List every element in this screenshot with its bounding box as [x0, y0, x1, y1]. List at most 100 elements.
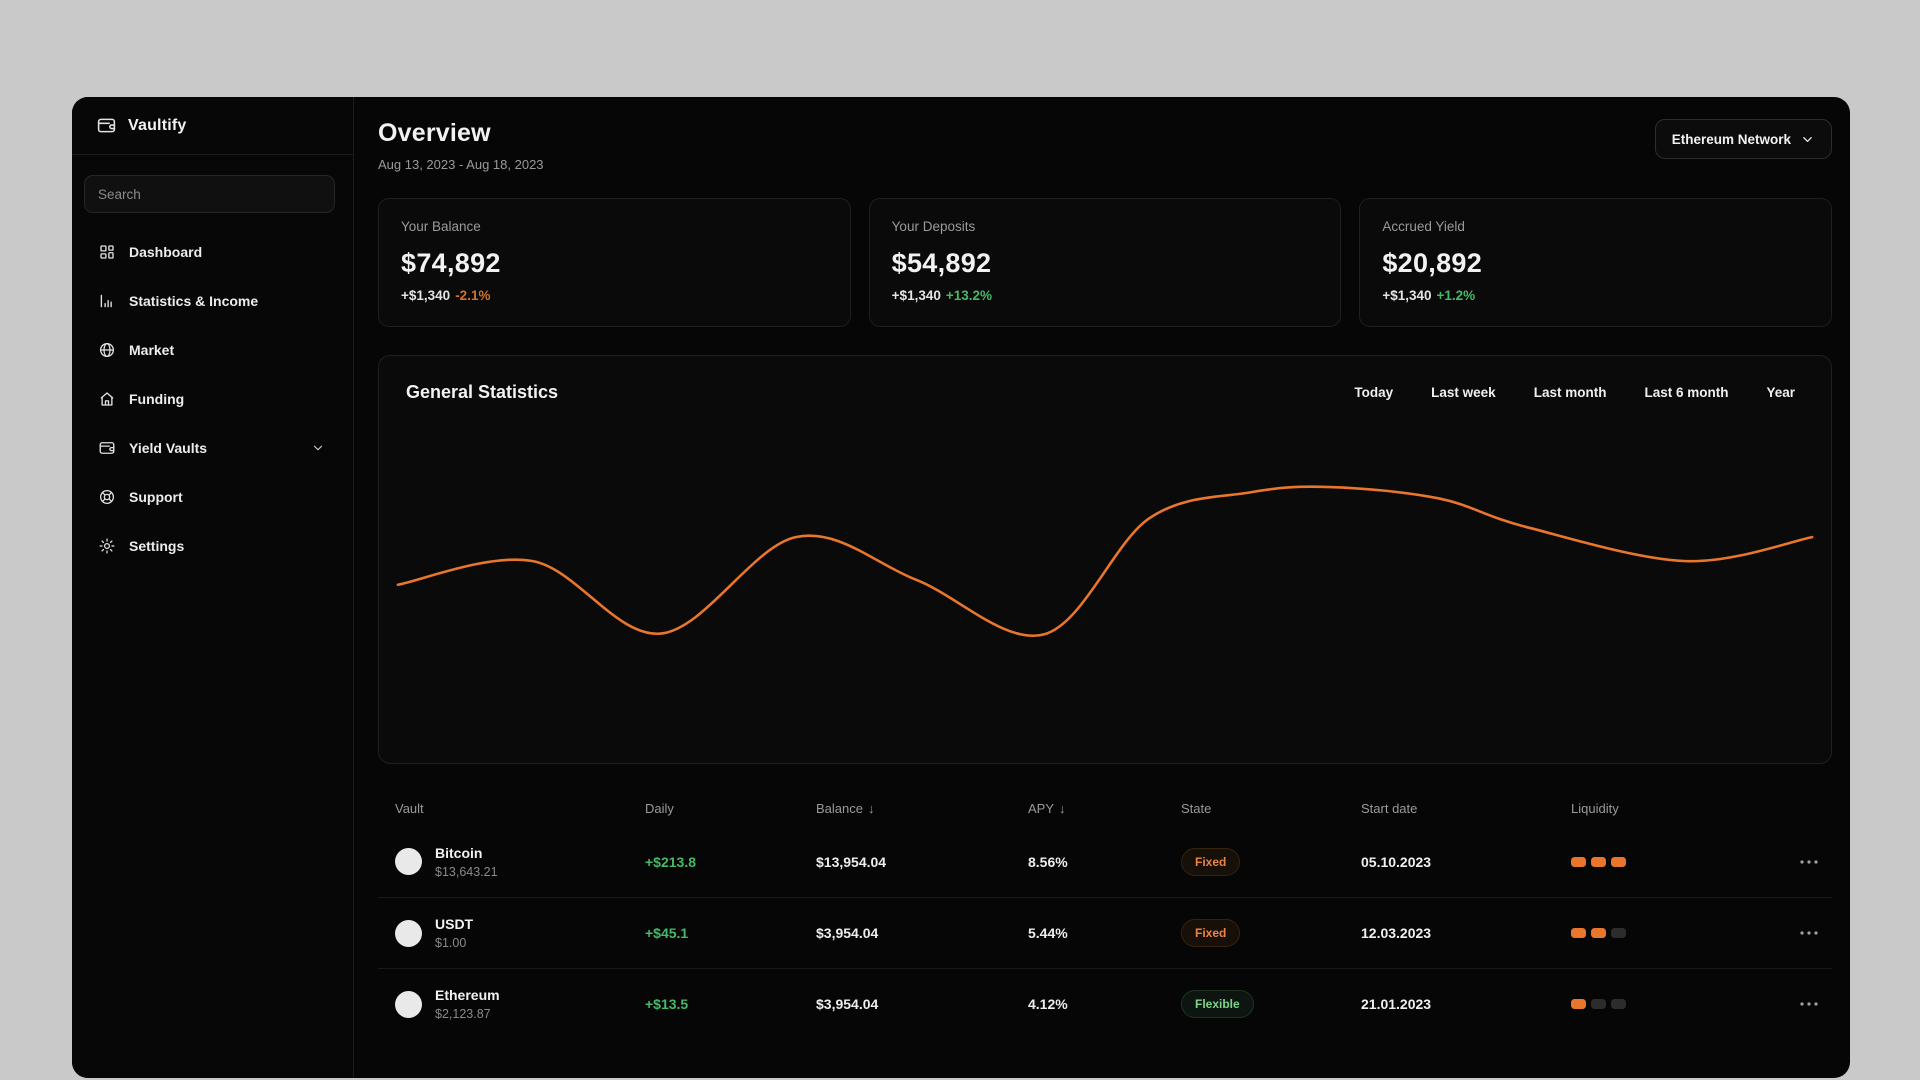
liquidity-dot — [1571, 856, 1586, 867]
time-filters: Today Last week Last month Last 6 month … — [1354, 385, 1795, 400]
liquidity-dot — [1591, 928, 1606, 938]
change-amount: +$1,340 — [401, 288, 451, 303]
liquidity-dot — [1571, 928, 1586, 938]
vault-name: USDT — [435, 916, 474, 932]
stat-card-label: Accrued Yield — [1382, 219, 1465, 234]
chevron-down-icon — [1800, 132, 1815, 147]
general-statistics-panel: General Statistics Today Last week Last … — [378, 355, 1832, 764]
column-start-date: Start date — [1361, 800, 1418, 816]
ellipsis-icon — [1800, 859, 1818, 864]
panel-title: General Statistics — [406, 382, 559, 402]
stat-card-label: Your Deposits — [891, 219, 976, 234]
start-date: 21.01.2023 — [1361, 996, 1432, 1012]
vault-cell: Ethereum $2,123.87 — [395, 987, 645, 1021]
table-row-usdt[interactable]: USDT $1.00 +$45.1 $3,954.04 5.44% Fixed … — [378, 897, 1832, 968]
change-percent: +13.2% — [945, 288, 993, 303]
table-row-ethereum[interactable]: Ethereum $2,123.87 +$13.5 $3,954.04 4.12… — [378, 968, 1832, 1039]
sidebar-item-label: Statistics & Income — [129, 292, 259, 309]
balance-value: $3,954.04 — [816, 925, 879, 941]
wallet-icon — [98, 439, 116, 457]
column-liquidity: Liquidity — [1571, 800, 1619, 816]
ellipsis-icon — [1800, 1002, 1818, 1006]
sidebar-item-label: Yield Vaults — [129, 439, 208, 456]
liquidity-indicator — [1571, 928, 1770, 938]
dashboard-icon — [98, 243, 116, 261]
vault-avatar — [395, 990, 422, 1018]
sidebar-item-dashboard[interactable]: Dashboard — [72, 227, 353, 276]
liquidity-dot — [1611, 999, 1626, 1009]
column-apy[interactable]: APY ↓ — [1028, 801, 1181, 816]
app-window: Vaultify Dashboard Statisti — [72, 97, 1850, 1078]
sort-desc-icon: ↓ — [1059, 800, 1066, 816]
sidebar-item-market[interactable]: Market — [72, 325, 353, 374]
sidebar-item-label: Support — [129, 488, 183, 505]
filter-last-month[interactable]: Last month — [1534, 385, 1607, 400]
sidebar-item-label: Dashboard — [129, 243, 203, 260]
lifebuoy-icon — [98, 488, 116, 506]
change-amount: +$1,340 — [1382, 288, 1432, 303]
balance-value: $13,954.04 — [816, 853, 887, 870]
sidebar-item-label: Settings — [129, 537, 185, 554]
filter-today[interactable]: Today — [1354, 385, 1393, 400]
vault-avatar — [395, 848, 422, 875]
stat-card-value: $20,892 — [1382, 248, 1483, 278]
table-row-bitcoin[interactable]: Bitcoin $13,643.21 +$213.8 $13,954.04 8.… — [378, 826, 1832, 897]
main-content: Overview Aug 13, 2023 - Aug 18, 2023 Eth… — [354, 97, 1850, 1078]
stat-cards: Your Balance $74,892 +$1,340 -2.1% Your D… — [378, 198, 1833, 327]
column-vault: Vault — [395, 800, 424, 816]
network-selector-label: Ethereum Network — [1671, 131, 1791, 147]
stat-card-value: $74,892 — [401, 248, 501, 278]
sidebar-item-label: Funding — [129, 390, 185, 407]
filter-last-6-month[interactable]: Last 6 month — [1644, 385, 1728, 400]
sidebar-item-statistics-income[interactable]: Statistics & Income — [72, 276, 353, 325]
stat-card-change: +$1,340 +1.2% — [1382, 288, 1809, 303]
liquidity-dot — [1571, 999, 1586, 1009]
column-balance[interactable]: Balance ↓ — [816, 801, 1028, 816]
start-date: 05.10.2023 — [1361, 853, 1432, 870]
stat-card-value: $54,892 — [891, 248, 992, 278]
row-menu-button[interactable] — [1770, 931, 1818, 935]
date-range: Aug 13, 2023 - Aug 18, 2023 — [378, 157, 544, 172]
liquidity-indicator — [1571, 856, 1770, 867]
vault-name: Ethereum — [435, 987, 500, 1003]
logo-row: Vaultify — [72, 97, 353, 155]
row-menu-button[interactable] — [1770, 1002, 1818, 1006]
vault-price: $13,643.21 — [435, 864, 498, 879]
vault-cell: USDT $1.00 — [395, 916, 645, 950]
balance-value: $3,954.04 — [816, 996, 879, 1012]
change-amount: +$1,340 — [891, 288, 941, 303]
vault-avatar — [395, 919, 422, 947]
stat-card-change: +$1,340 -2.1% — [401, 288, 828, 303]
liquidity-dot — [1611, 928, 1626, 938]
sidebar-item-support[interactable]: Support — [72, 472, 353, 521]
vaults-table: Vault Daily Balance ↓ APY ↓ State Start da… — [378, 790, 1832, 1039]
page-title: Overview — [378, 119, 491, 147]
filter-year[interactable]: Year — [1766, 385, 1795, 400]
row-menu-button[interactable] — [1770, 859, 1818, 864]
sidebar-item-settings[interactable]: Settings — [72, 521, 353, 570]
daily-change: +$13.5 — [645, 996, 689, 1012]
bar-chart-icon — [98, 292, 116, 310]
change-percent: -2.1% — [455, 288, 491, 303]
state-badge: Fixed — [1181, 847, 1241, 876]
state-badge: Fixed — [1181, 919, 1241, 947]
change-percent: +1.2% — [1436, 288, 1476, 303]
panel-header: General Statistics Today Last week Last … — [406, 382, 1795, 403]
search-box — [84, 175, 335, 213]
sidebar: Vaultify Dashboard Statisti — [72, 97, 354, 1078]
state-badge: Flexible — [1181, 990, 1254, 1018]
column-state: State — [1181, 800, 1212, 816]
filter-last-week[interactable]: Last week — [1431, 385, 1496, 400]
page-header: Overview Aug 13, 2023 - Aug 18, 2023 Eth… — [378, 119, 1832, 172]
chevron-down-icon — [311, 441, 325, 455]
liquidity-dot — [1591, 856, 1606, 867]
wallet-logo-icon — [96, 115, 117, 136]
network-selector-button[interactable]: Ethereum Network — [1654, 119, 1832, 159]
sidebar-item-yield-vaults[interactable]: Yield Vaults — [72, 423, 353, 472]
stat-card-yield: Accrued Yield $20,892 +$1,340 +1.2% — [1359, 198, 1833, 327]
search-input[interactable] — [84, 175, 335, 213]
sidebar-item-funding[interactable]: Funding — [72, 374, 353, 423]
home-icon — [98, 390, 116, 408]
stat-card-label: Your Balance — [401, 219, 481, 234]
table-header: Vault Daily Balance ↓ APY ↓ State Start da… — [378, 790, 1832, 826]
